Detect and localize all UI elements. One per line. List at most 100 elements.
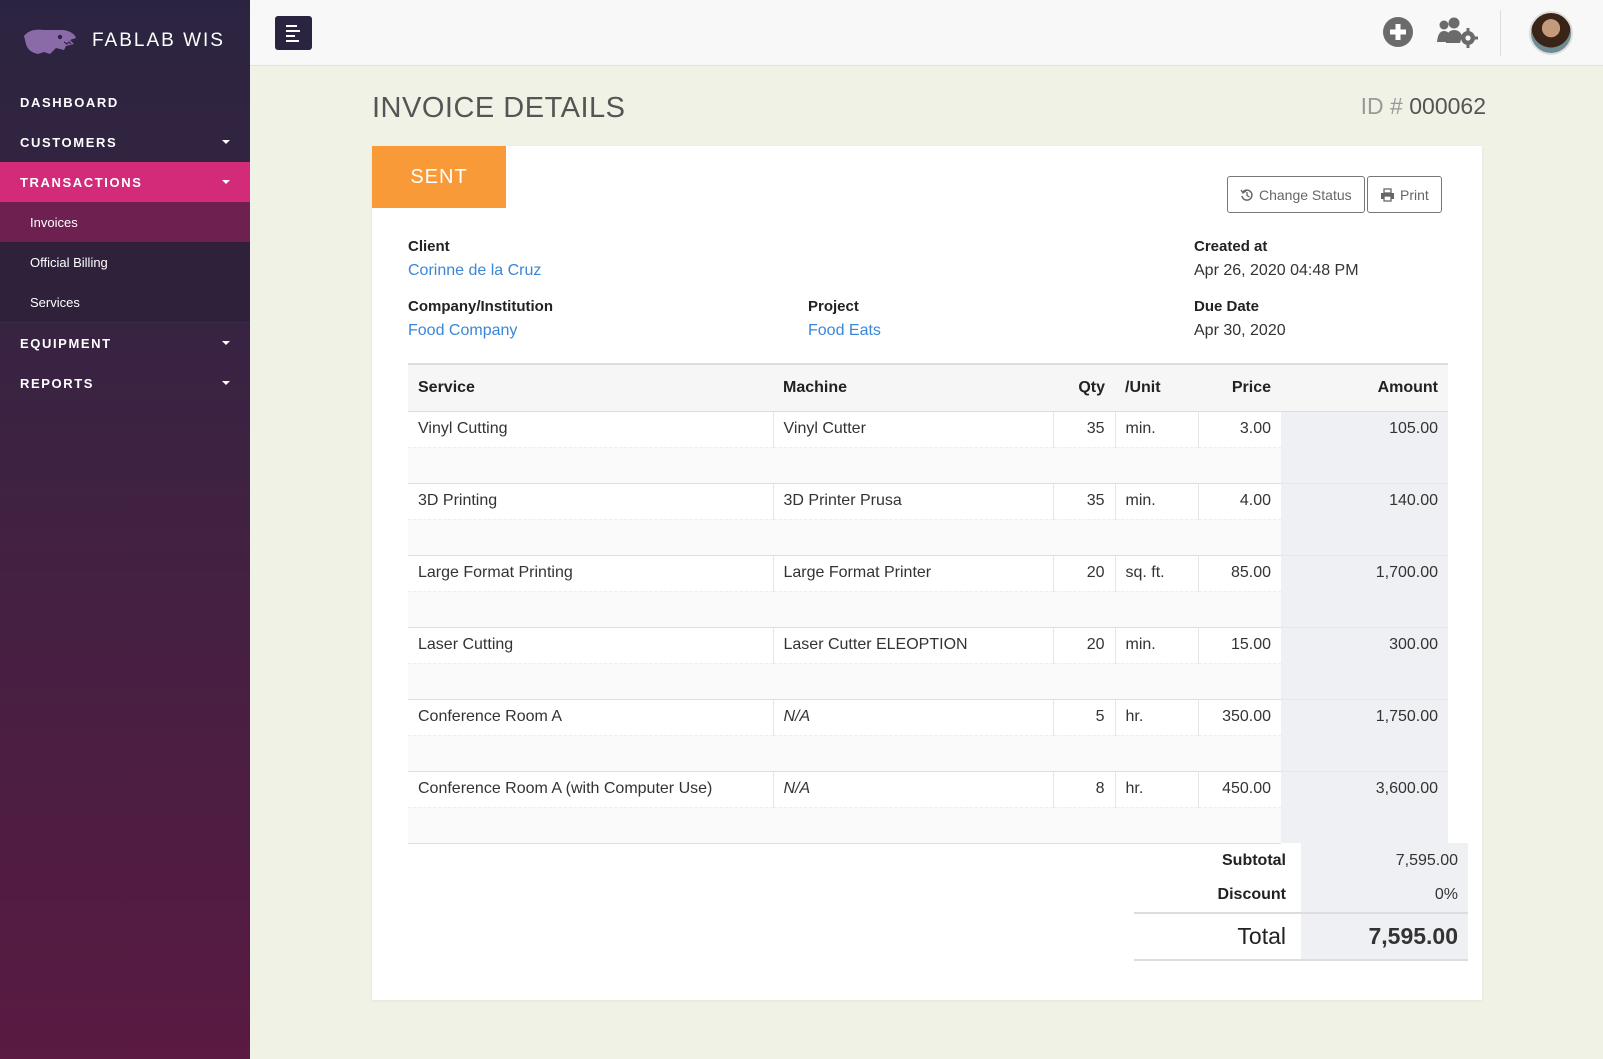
table-header-row: Service Machine Qty /Unit Price Amount: [408, 363, 1448, 412]
unit-cell: hr.: [1115, 770, 1199, 807]
table-row: Conference Room A N/A 5 hr. 350.00 1,750…: [408, 698, 1448, 771]
machine-cell: 3D Printer Prusa: [773, 482, 1054, 519]
nav-label: TRANSACTIONS: [20, 174, 143, 190]
topbar: [250, 0, 1603, 66]
unit-cell: sq. ft.: [1115, 554, 1199, 591]
unit-cell: hr.: [1115, 698, 1199, 735]
change-status-label: Change Status: [1259, 186, 1352, 203]
col-amount: Amount: [1281, 363, 1448, 412]
qty-cell: 35: [1053, 482, 1116, 519]
qty-cell: 20: [1053, 554, 1116, 591]
table-row: Laser Cutting Laser Cutter ELEOPTION 20 …: [408, 626, 1448, 699]
subtotal-label: Subtotal: [1222, 851, 1286, 869]
qty-cell: 35: [1053, 410, 1116, 447]
machine-cell: N/A: [773, 770, 1054, 807]
price-cell: 3.00: [1198, 410, 1281, 447]
amount-cell: 300.00: [1281, 626, 1448, 699]
machine-cell: N/A: [773, 698, 1054, 735]
invoice-table: Service Machine Qty /Unit Price Amount V…: [408, 363, 1448, 844]
client-label: Client: [408, 238, 450, 255]
sub-label: Services: [30, 294, 80, 310]
topbar-divider: [1500, 10, 1501, 56]
print-button[interactable]: Print: [1367, 176, 1442, 213]
print-icon: [1381, 187, 1394, 202]
invoice-id-label: ID #: [1360, 93, 1403, 119]
service-cell: Large Format Printing: [408, 554, 774, 591]
table-row: Conference Room A (with Computer Use) N/…: [408, 770, 1448, 843]
client-link[interactable]: Corinne de la Cruz: [408, 262, 541, 280]
col-unit: /Unit: [1115, 363, 1198, 412]
invoice-id: ID # 000062: [1361, 93, 1486, 120]
table-row: Large Format Printing Large Format Print…: [408, 554, 1448, 627]
sub-invoices[interactable]: Invoices: [0, 202, 250, 242]
total-label: Total: [1134, 912, 1301, 961]
nav-transactions[interactable]: TRANSACTIONS: [0, 162, 250, 202]
plus-circle-icon[interactable]: [1382, 16, 1414, 48]
subtotal-row: Subtotal 7,595.00: [1134, 843, 1468, 878]
price-cell: 450.00: [1198, 770, 1281, 807]
total-row: Total 7,595.00: [1134, 912, 1468, 961]
col-price: Price: [1198, 363, 1281, 412]
service-cell: Conference Room A (with Computer Use): [408, 770, 774, 807]
amount-cell: 1,700.00: [1281, 554, 1448, 627]
amount-cell: 3,600.00: [1281, 770, 1448, 843]
sidebar: FABLAB WIS DASHBOARD CUSTOMERS TRANSACTI…: [0, 0, 250, 1059]
unit-cell: min.: [1115, 626, 1199, 663]
company-link[interactable]: Food Company: [408, 322, 517, 340]
page-title: INVOICE DETAILS: [372, 92, 626, 124]
qty-cell: 20: [1053, 626, 1116, 663]
qty-cell: 8: [1053, 770, 1116, 807]
sub-official-billing[interactable]: Official Billing: [0, 242, 250, 282]
nav-label: REPORTS: [20, 375, 95, 391]
machine-cell: Laser Cutter ELEOPTION: [773, 626, 1054, 663]
service-cell: Laser Cutting: [408, 626, 774, 663]
unit-cell: min.: [1115, 410, 1199, 447]
sub-label: Invoices: [30, 214, 78, 230]
brand-name: FABLAB WIS: [92, 30, 225, 51]
col-service: Service: [408, 363, 773, 412]
unit-cell: min.: [1115, 482, 1199, 519]
machine-cell: Vinyl Cutter: [773, 410, 1054, 447]
price-cell: 4.00: [1198, 482, 1281, 519]
project-link[interactable]: Food Eats: [808, 322, 881, 340]
menu-toggle-button[interactable]: [275, 16, 312, 50]
nav-dashboard[interactable]: DASHBOARD: [0, 82, 250, 122]
caret-down-icon: [222, 381, 230, 385]
print-label: Print: [1400, 186, 1429, 203]
history-icon: [1240, 188, 1253, 201]
sub-label: Official Billing: [30, 254, 108, 270]
caret-down-icon: [222, 140, 230, 144]
amount-cell: 105.00: [1281, 410, 1448, 483]
price-cell: 85.00: [1198, 554, 1281, 591]
invoice-id-value: 000062: [1409, 93, 1486, 119]
nav-reports[interactable]: REPORTS: [0, 363, 250, 403]
discount-row: Discount 0%: [1134, 878, 1468, 913]
total-value: 7,595.00: [1301, 912, 1468, 961]
due-value: Apr 30, 2020: [1194, 322, 1286, 339]
nav-customers[interactable]: CUSTOMERS: [0, 122, 250, 162]
change-status-button[interactable]: Change Status: [1227, 176, 1365, 213]
dinosaur-logo-icon: [24, 29, 76, 54]
qty-cell: 5: [1053, 698, 1116, 735]
table-row: 3D Printing 3D Printer Prusa 35 min. 4.0…: [408, 482, 1448, 555]
avatar[interactable]: [1529, 11, 1573, 55]
col-qty: Qty: [1053, 363, 1115, 412]
discount-value: 0%: [1301, 878, 1468, 913]
brand[interactable]: FABLAB WIS: [0, 0, 250, 82]
service-cell: 3D Printing: [408, 482, 774, 519]
machine-cell: Large Format Printer: [773, 554, 1054, 591]
created-label: Created at: [1194, 238, 1268, 255]
nav-equipment[interactable]: EQUIPMENT: [0, 323, 250, 363]
price-cell: 350.00: [1198, 698, 1281, 735]
service-cell: Conference Room A: [408, 698, 774, 735]
users-gear-icon[interactable]: [1436, 16, 1478, 48]
nav-label: CUSTOMERS: [20, 134, 118, 150]
caret-down-icon: [222, 341, 230, 345]
sub-services[interactable]: Services: [0, 282, 250, 322]
caret-down-icon: [222, 180, 230, 184]
transactions-submenu: Invoices Official Billing Services: [0, 202, 250, 323]
discount-label: Discount: [1217, 886, 1286, 903]
service-cell: Vinyl Cutting: [408, 410, 774, 447]
due-label: Due Date: [1194, 298, 1260, 315]
invoice-card: SENT Change Status Print Client Corinne …: [372, 146, 1482, 1000]
